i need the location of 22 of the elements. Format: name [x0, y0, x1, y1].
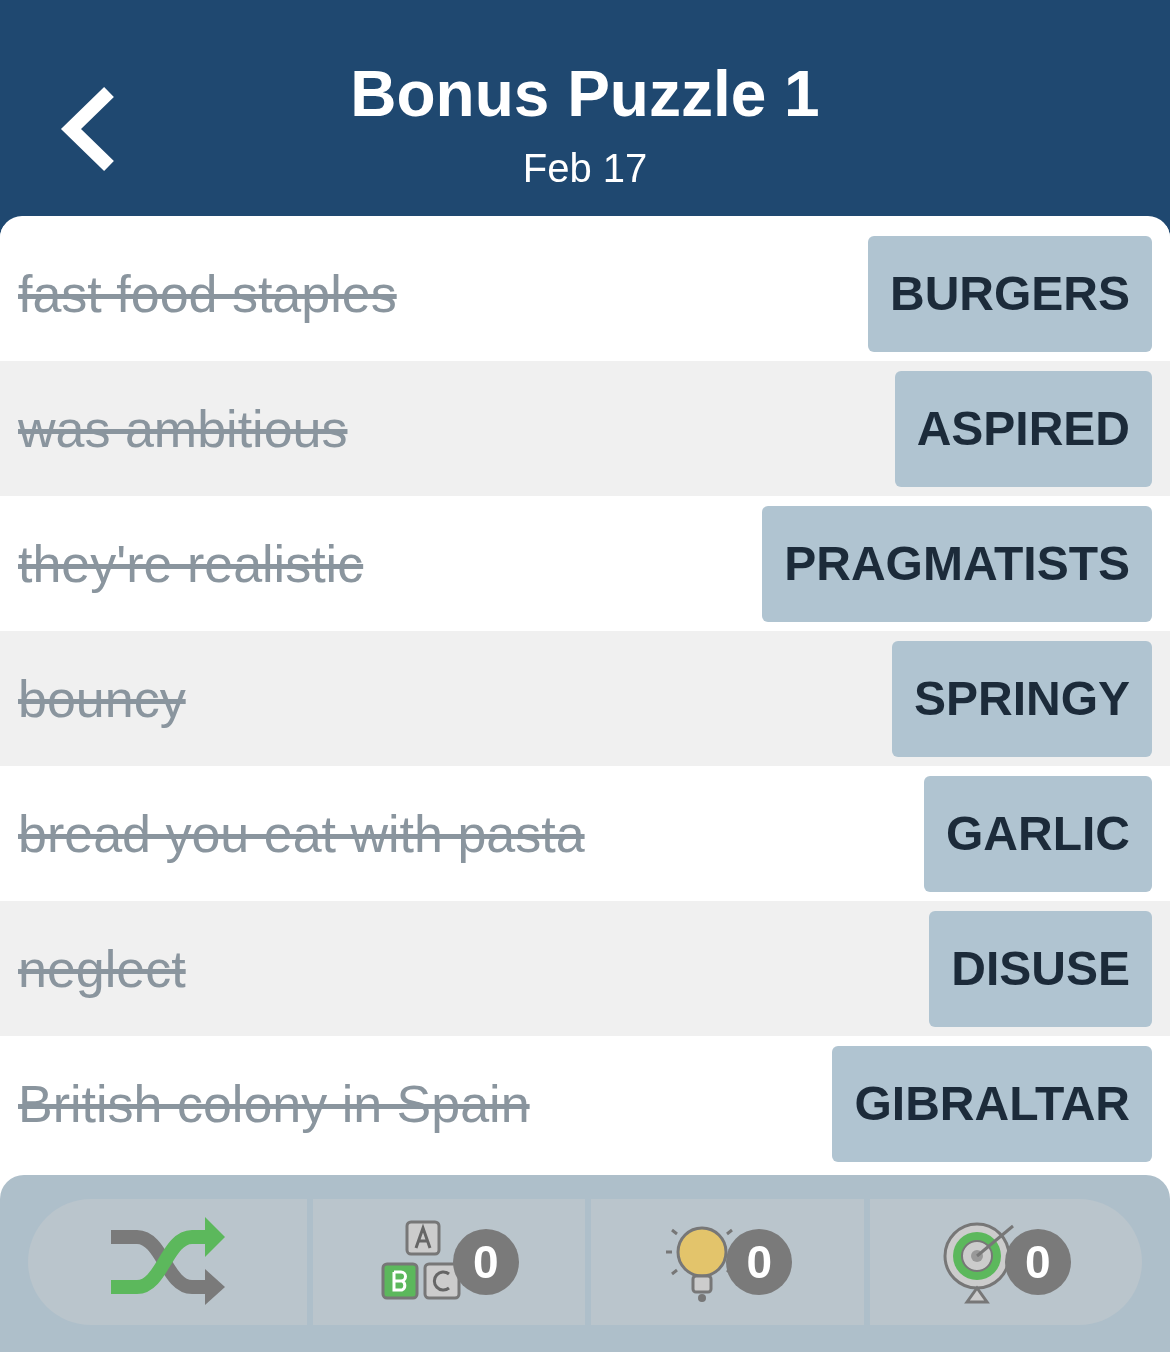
answer-tile[interactable]: DISUSE [929, 910, 1152, 1027]
page-title: Bonus Puzzle 1 [350, 62, 820, 126]
answer-tile[interactable]: PRAGMATISTS [762, 505, 1152, 622]
answer-tile[interactable]: ASPIRED [894, 370, 1152, 487]
clue-text: they're realistic [18, 533, 364, 595]
clue-text: bread you eat with pasta [18, 803, 585, 865]
answer-tile[interactable]: SPRINGY [891, 640, 1152, 757]
reveal-letter-button[interactable]: 0 [306, 1199, 585, 1325]
hint-button[interactable]: 0 [585, 1199, 864, 1325]
clue-text: fast food staples [18, 263, 397, 325]
clue-text: was ambitious [18, 398, 348, 460]
clue-text: British colony in Spain [18, 1073, 530, 1135]
clue-text: neglect [18, 938, 186, 1000]
answer-tile[interactable]: BURGERS [867, 235, 1152, 352]
clue-text: bouncy [18, 668, 186, 730]
answer-tile[interactable]: GIBRALTAR [832, 1045, 1152, 1162]
count-badge: 0 [452, 1229, 519, 1295]
answer-tile[interactable]: GARLIC [924, 775, 1152, 892]
count-badge: 0 [1004, 1229, 1071, 1295]
page-date: Feb 17 [522, 148, 648, 188]
count-badge: 0 [726, 1229, 793, 1295]
target-button[interactable]: 0 [863, 1199, 1142, 1325]
